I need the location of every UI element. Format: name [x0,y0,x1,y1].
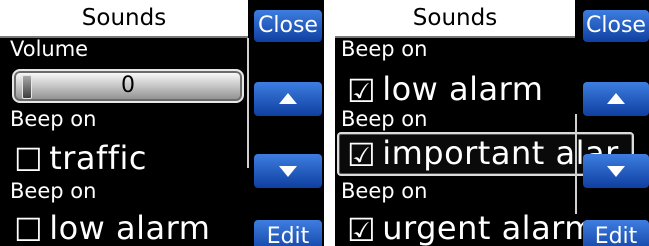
list-item-traffic[interactable]: ☐ traffic [14,139,147,179]
item-text: low alarm [49,209,211,246]
arrow-down-icon [279,166,297,177]
checkbox-unchecked-icon[interactable]: ☐ [14,141,43,179]
item-label: Beep on [341,179,428,203]
item-text: low alarm [382,70,544,108]
volume-value: 0 [121,73,135,98]
scrollbar[interactable] [575,114,577,214]
item-label: Beep on [341,107,428,131]
checkbox-checked-icon[interactable]: ☑ [347,211,376,246]
arrow-up-icon [279,93,297,104]
item-label: Beep on [341,37,428,61]
sounds-screen-left: Sounds Volume 0 Beep on ☐ traffic Beep on… [0,0,324,246]
volume-label: Volume [10,37,89,61]
list-item-urgent-alarm[interactable]: ☑ urgent alarm [347,209,596,246]
page-title: Sounds [0,0,248,36]
list-item-low-alarm[interactable]: ☑ low alarm [347,70,543,110]
checkbox-unchecked-icon[interactable]: ☐ [14,211,43,246]
scroll-down-button[interactable] [254,154,322,188]
scrollbar[interactable] [247,38,249,168]
volume-slider[interactable]: 0 [12,69,244,103]
item-label: Beep on [10,179,97,203]
scroll-up-button[interactable] [583,82,649,116]
item-text: traffic [49,139,148,177]
item-label: Beep on [10,107,97,131]
checkbox-checked-icon[interactable]: ☑ [347,72,376,110]
edit-button[interactable]: Edit [254,220,322,246]
close-button[interactable]: Close [583,10,649,42]
close-button[interactable]: Close [254,10,322,42]
arrow-up-icon [607,93,625,104]
edit-button[interactable]: Edit [583,220,649,246]
scroll-up-button[interactable] [254,82,322,116]
list-item-low-alarm[interactable]: ☐ low alarm [14,209,210,246]
page-title: Sounds [335,0,575,36]
item-text: urgent alarm [382,209,596,246]
sounds-screen-right: Sounds Beep on ☑ low alarm Beep on ☑ impor… [335,0,649,246]
scroll-down-button[interactable] [583,154,649,188]
checkbox-checked-icon[interactable]: ☑ [347,136,376,174]
arrow-down-icon [607,166,625,177]
